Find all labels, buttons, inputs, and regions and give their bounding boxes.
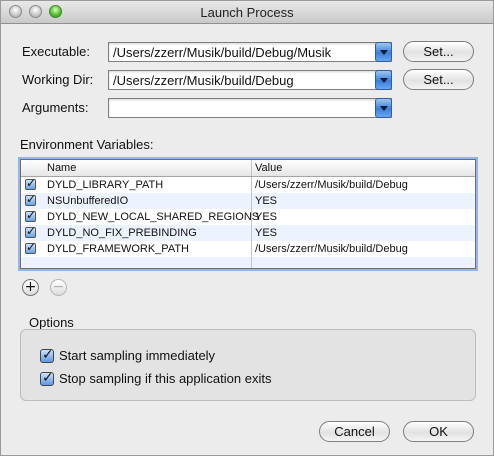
env-name-cell: NSUnbufferedIO: [47, 195, 129, 207]
table-row[interactable]: DYLD_FRAMEWORK_PATH /Users/zzerr/Musik/b…: [21, 240, 475, 257]
remove-variable-button[interactable]: −: [50, 279, 67, 296]
working-dir-set-button[interactable]: Set...: [403, 69, 474, 90]
env-name-cell: DYLD_FRAMEWORK_PATH: [47, 243, 190, 255]
env-value-cell: YES: [255, 227, 278, 239]
launch-process-window: Launch Process Executable: /Users/zzerr/…: [0, 0, 494, 456]
arguments-label: Arguments:: [22, 100, 89, 115]
ok-button[interactable]: OK: [403, 421, 474, 442]
environment-variables-table[interactable]: Name Value DYLD_LIBRARY_PATH /Users/zzer…: [20, 159, 476, 269]
options-label: Options: [29, 315, 74, 330]
env-name-cell: DYLD_NO_FIX_PREBINDING: [47, 227, 197, 239]
table-row-empty: [21, 257, 475, 268]
start-sampling-checkbox[interactable]: [40, 347, 54, 363]
env-name-cell: DYLD_LIBRARY_PATH: [47, 179, 164, 191]
working-dir-value: /Users/zzerr/Musik/build/Debug: [113, 73, 294, 88]
row-enabled-checkbox[interactable]: [25, 208, 36, 222]
row-enabled-checkbox[interactable]: [25, 240, 36, 254]
row-enabled-checkbox[interactable]: [25, 224, 36, 238]
row-enabled-checkbox[interactable]: [25, 192, 36, 206]
window-title: Launch Process: [200, 5, 294, 20]
env-value-cell: YES: [255, 211, 278, 223]
executable-label: Executable:: [22, 44, 90, 59]
env-value-cell: /Users/zzerr/Musik/build/Debug: [255, 179, 408, 191]
row-enabled-checkbox[interactable]: [25, 176, 36, 190]
working-dir-label: Working Dir:: [22, 72, 94, 87]
arguments-combo[interactable]: [108, 98, 392, 118]
column-header-name[interactable]: Name: [47, 162, 76, 174]
chevron-down-icon: [380, 78, 388, 83]
table-row[interactable]: DYLD_NEW_LOCAL_SHARED_REGIONS YES: [21, 208, 475, 225]
column-divider[interactable]: [251, 160, 252, 176]
env-name-cell: DYLD_NEW_LOCAL_SHARED_REGIONS: [47, 211, 260, 223]
chevron-down-icon: [380, 106, 388, 111]
column-header-value[interactable]: Value: [255, 162, 282, 174]
table-header: Name Value: [21, 160, 475, 177]
stop-sampling-checkbox[interactable]: [40, 370, 54, 386]
table-row[interactable]: DYLD_LIBRARY_PATH /Users/zzerr/Musik/bui…: [21, 176, 475, 193]
column-divider: [251, 177, 252, 268]
stop-sampling-label[interactable]: Stop sampling if this application exits: [59, 371, 271, 386]
executable-dropdown-button[interactable]: [375, 42, 392, 62]
arguments-dropdown-button[interactable]: [375, 98, 392, 118]
table-row[interactable]: NSUnbufferedIO YES: [21, 192, 475, 209]
add-variable-button[interactable]: +: [22, 279, 39, 296]
working-dir-combo[interactable]: /Users/zzerr/Musik/build/Debug: [108, 70, 392, 90]
executable-value: /Users/zzerr/Musik/build/Debug/Musik: [113, 45, 332, 60]
env-value-cell: YES: [255, 195, 278, 207]
environment-variables-label: Environment Variables:: [20, 137, 154, 152]
cancel-button[interactable]: Cancel: [319, 421, 390, 442]
executable-set-button[interactable]: Set...: [403, 41, 474, 62]
table-row[interactable]: DYLD_NO_FIX_PREBINDING YES: [21, 224, 475, 241]
chevron-down-icon: [380, 50, 388, 55]
env-value-cell: /Users/zzerr/Musik/build/Debug: [255, 243, 408, 255]
executable-combo[interactable]: /Users/zzerr/Musik/build/Debug/Musik: [108, 42, 392, 62]
working-dir-dropdown-button[interactable]: [375, 70, 392, 90]
options-group: Start sampling immediately Stop sampling…: [20, 329, 476, 401]
start-sampling-label[interactable]: Start sampling immediately: [59, 348, 215, 363]
title-bar: Launch Process: [1, 1, 493, 24]
